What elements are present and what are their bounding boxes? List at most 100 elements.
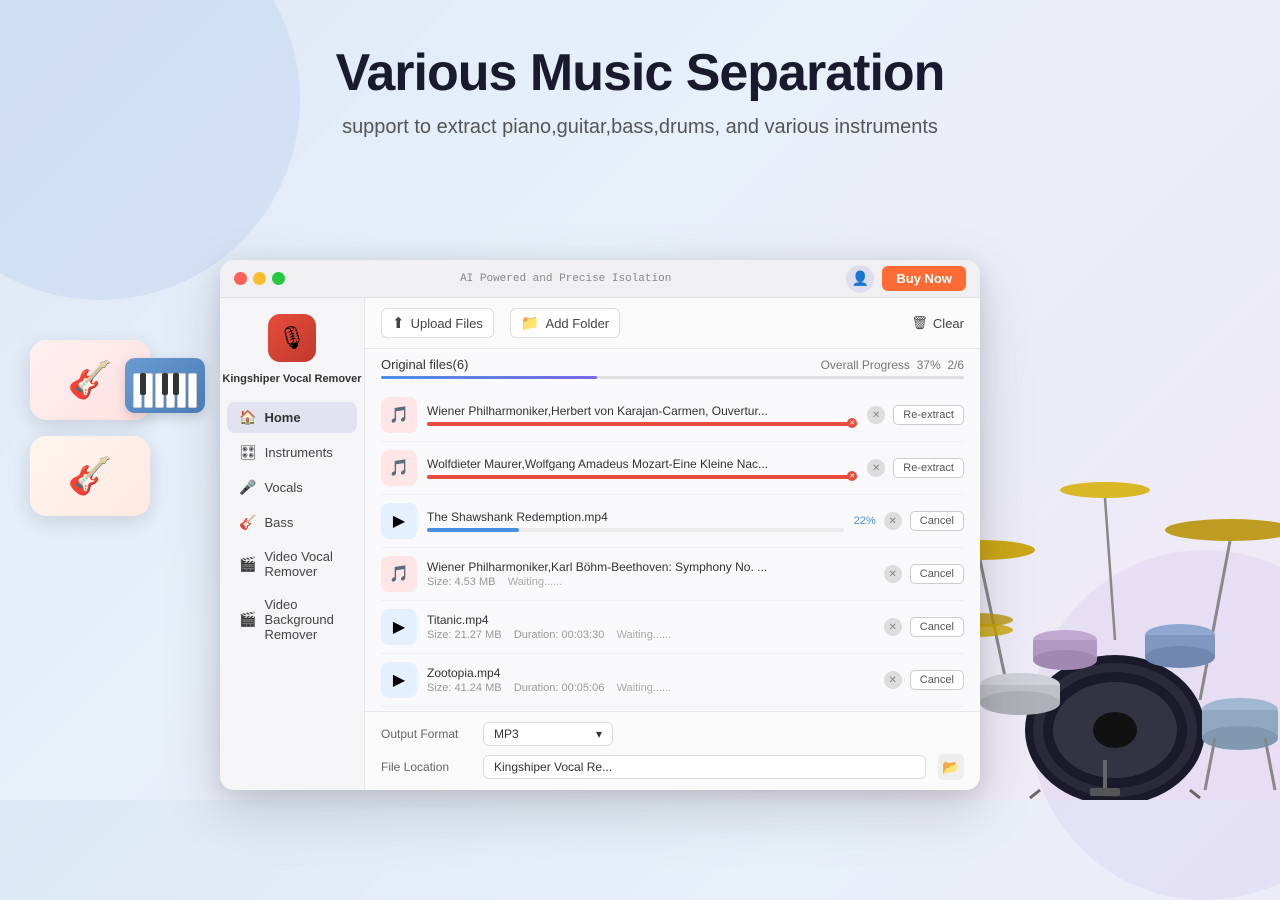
file-name: Wiener Philharmoniker,Karl Böhm-Beethove… <box>427 560 874 574</box>
file-progress-bar: ✕ <box>427 422 857 426</box>
table-row: 🎵 Wiener Philharmoniker,Karl Böhm-Beetho… <box>381 548 964 601</box>
file-thumb: 🎵 <box>381 397 417 433</box>
remove-button[interactable]: ✕ <box>884 618 902 636</box>
minimize-button[interactable] <box>253 272 266 285</box>
table-row: 🎵 Wiener Philharmoniker,Herbert von Kara… <box>381 389 964 442</box>
sidebar-item-home[interactable]: 🏠 Home <box>227 402 357 433</box>
logo-icon: 🎙 <box>278 325 306 351</box>
upload-files-label: Upload Files <box>411 316 483 331</box>
piano-widget <box>125 358 205 413</box>
user-avatar[interactable]: 👤 <box>846 265 874 293</box>
location-value: Kingshiper Vocal Re... <box>494 760 612 774</box>
main-panel: ⬆ Upload Files 📁 Add Folder 🗑 Clear <box>365 298 980 790</box>
music-icon: 🎵 <box>389 405 409 425</box>
page-title: Various Music Separation <box>0 45 1280 102</box>
file-thumb: ▶ <box>381 609 417 645</box>
bass-label: Bass <box>264 515 293 530</box>
location-path[interactable]: Kingshiper Vocal Re... <box>483 755 926 779</box>
user-icon-area: 👤 <box>846 265 874 293</box>
file-info: Wiener Philharmoniker,Karl Böhm-Beethove… <box>427 560 874 588</box>
sidebar-item-instruments[interactable]: 🎛 Instruments <box>227 437 357 468</box>
progress-area: Original files(6) Overall Progress 37% 2… <box>365 349 980 385</box>
progress-header: Original files(6) Overall Progress 37% 2… <box>381 357 964 372</box>
guitar-icon: 🎸 <box>68 359 113 401</box>
video-icon: ▶ <box>393 511 405 531</box>
file-progress-bar: ✕ <box>427 475 857 479</box>
tagline-text: AI Powered and Precise Isolation <box>293 273 838 285</box>
file-actions: ✕ Cancel <box>884 564 964 584</box>
home-icon: 🏠 <box>239 409 256 426</box>
file-name: Titanic.mp4 <box>427 613 874 627</box>
percent-label: 22% <box>854 515 876 527</box>
cancel-button[interactable]: Cancel <box>910 564 964 584</box>
file-meta: Size: 21.27 MB Duration: 00:03:30 Waitin… <box>427 629 874 641</box>
sidebar-item-vocals[interactable]: 🎤 Vocals <box>227 472 357 503</box>
remove-button[interactable]: ✕ <box>867 459 885 477</box>
video-vocal-label: Video Vocal Remover <box>264 549 345 579</box>
file-thumb: ▶ <box>381 662 417 698</box>
folder-icon: 📁 <box>521 314 540 332</box>
file-name: The Shawshank Redemption.mp4 <box>427 510 844 524</box>
chevron-down-icon: ▾ <box>596 727 602 741</box>
vocals-icon: 🎤 <box>239 479 256 496</box>
sidebar: 🎙 Kingshiper Vocal Remover 🏠 Home 🎛 Inst… <box>220 298 365 790</box>
remove-button[interactable]: ✕ <box>867 406 885 424</box>
sidebar-item-video-vocal-remover[interactable]: 🎬 Video Vocal Remover <box>227 542 357 586</box>
home-label: Home <box>264 410 300 425</box>
re-extract-button[interactable]: Re-extract <box>893 405 964 425</box>
sidebar-item-bass[interactable]: 🎸 Bass <box>227 507 357 538</box>
app-window: AI Powered and Precise Isolation 👤 Buy N… <box>220 260 980 790</box>
location-label: File Location <box>381 760 471 774</box>
table-row: ▶ The Shawshank Redemption.mp4 22% ✕ Can… <box>381 495 964 548</box>
table-row: ▶ Titanic.mp4 Size: 21.27 MB Duration: 0… <box>381 601 964 654</box>
remove-button[interactable]: ✕ <box>884 671 902 689</box>
location-row: File Location Kingshiper Vocal Re... 📂 <box>381 754 964 780</box>
video-bg-label: Video Background Remover <box>264 597 345 642</box>
app-logo: 🎙 <box>268 314 316 362</box>
app-window-wrapper: AI Powered and Precise Isolation 👤 Buy N… <box>220 260 1280 800</box>
table-row: 🎵 Wolfdieter Maurer,Wolfgang Amadeus Moz… <box>381 442 964 495</box>
upload-icon: ⬆ <box>392 314 405 332</box>
remove-button[interactable]: ✕ <box>884 565 902 583</box>
cancel-button[interactable]: Cancel <box>910 670 964 690</box>
file-name: Wiener Philharmoniker,Herbert von Karaja… <box>427 404 857 418</box>
cancel-button[interactable]: Cancel <box>910 511 964 531</box>
overall-progress-fill <box>381 376 597 379</box>
video-bg-icon: 🎬 <box>239 611 256 628</box>
clear-label: Clear <box>933 316 964 331</box>
clear-button[interactable]: 🗑 Clear <box>911 315 964 331</box>
folder-browse-icon: 📂 <box>942 759 959 776</box>
cancel-button[interactable]: Cancel <box>910 617 964 637</box>
file-list: 🎵 Wiener Philharmoniker,Herbert von Kara… <box>365 385 980 711</box>
buy-now-button[interactable]: Buy Now <box>882 266 966 291</box>
electric-guitar-icon: 🎸 <box>68 455 113 497</box>
video-icon: ▶ <box>393 670 405 690</box>
music-icon: 🎵 <box>389 458 409 478</box>
trash-icon: 🗑 <box>911 315 928 331</box>
instruments-icon: 🎛 <box>239 444 257 461</box>
error-indicator: ✕ <box>847 471 857 481</box>
format-row: Output Format MP3 ▾ <box>381 722 964 746</box>
upload-files-button[interactable]: ⬆ Upload Files <box>381 308 494 338</box>
file-info: The Shawshank Redemption.mp4 <box>427 510 844 532</box>
bottom-bar: Output Format MP3 ▾ File Location Kingsh… <box>365 711 980 790</box>
error-indicator: ✕ <box>847 418 857 428</box>
instruments-label: Instruments <box>265 445 333 460</box>
close-button[interactable] <box>234 272 247 285</box>
re-extract-button[interactable]: Re-extract <box>893 458 964 478</box>
browse-folder-button[interactable]: 📂 <box>938 754 964 780</box>
table-row: ▶ Zootopia.mp4 Size: 41.24 MB Duration: … <box>381 654 964 707</box>
traffic-lights <box>234 272 285 285</box>
remove-button[interactable]: ✕ <box>884 512 902 530</box>
app-body: 🎙 Kingshiper Vocal Remover 🏠 Home 🎛 Inst… <box>220 298 980 790</box>
file-thumb: 🎵 <box>381 556 417 592</box>
music-icon: 🎵 <box>389 564 409 584</box>
sidebar-item-video-bg-remover[interactable]: 🎬 Video Background Remover <box>227 590 357 649</box>
file-actions: 22% ✕ Cancel <box>854 511 964 531</box>
format-select[interactable]: MP3 ▾ <box>483 722 613 746</box>
format-label: Output Format <box>381 727 471 741</box>
file-info: Zootopia.mp4 Size: 41.24 MB Duration: 00… <box>427 666 874 694</box>
add-folder-button[interactable]: 📁 Add Folder <box>510 308 620 338</box>
fullscreen-button[interactable] <box>272 272 285 285</box>
file-meta: Size: 41.24 MB Duration: 00:05:06 Waitin… <box>427 682 874 694</box>
